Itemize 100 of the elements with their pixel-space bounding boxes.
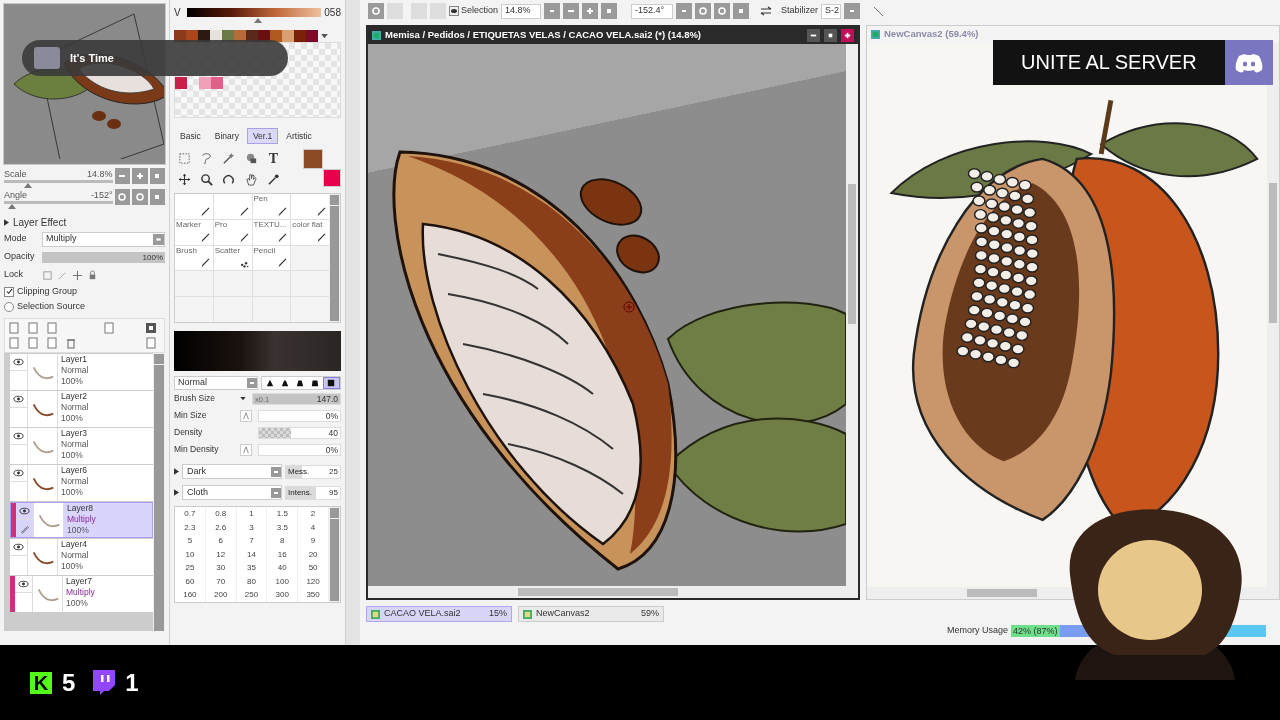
blend-mode-dropdown[interactable]: Normal bbox=[174, 375, 258, 390]
brush-slot[interactable]: Brush bbox=[175, 245, 213, 271]
blend-mode-dropdown[interactable]: Multiply bbox=[42, 231, 165, 247]
size-preset[interactable]: 0.7 bbox=[175, 507, 206, 521]
magic-wand-icon[interactable] bbox=[222, 151, 236, 165]
size-preset[interactable]: 60 bbox=[175, 574, 206, 588]
color-swatch[interactable] bbox=[270, 30, 282, 42]
brush-slot[interactable] bbox=[213, 194, 252, 219]
value-slider[interactable] bbox=[187, 7, 322, 23]
layer-row[interactable]: Layer8 Multiply 100% bbox=[10, 502, 153, 538]
size-preset[interactable]: 160 bbox=[175, 588, 206, 602]
zoom-out-button[interactable] bbox=[114, 168, 130, 184]
size-preset[interactable]: 16 bbox=[267, 547, 299, 561]
reset-zoom-button[interactable] bbox=[149, 168, 165, 184]
size-preset[interactable]: 100 bbox=[267, 574, 299, 588]
brush-shape-button[interactable] bbox=[322, 376, 340, 389]
rotate-left-button[interactable] bbox=[114, 189, 130, 205]
brush-slot[interactable]: Pen bbox=[252, 194, 291, 219]
pressure-button[interactable] bbox=[240, 443, 252, 456]
size-preset[interactable]: 250 bbox=[236, 588, 268, 602]
opacity-slider[interactable]: 100% bbox=[42, 251, 165, 263]
slider-thumb[interactable] bbox=[254, 17, 263, 23]
mask-icon[interactable] bbox=[145, 322, 157, 334]
color-swatch[interactable] bbox=[199, 77, 211, 89]
brush-slot[interactable]: color flat bbox=[291, 219, 329, 245]
move-icon[interactable] bbox=[178, 173, 192, 186]
close-button[interactable] bbox=[841, 29, 854, 42]
slider[interactable] bbox=[4, 201, 113, 210]
bucket-icon[interactable] bbox=[244, 151, 258, 165]
size-preset[interactable]: 80 bbox=[236, 574, 268, 588]
trash-icon[interactable] bbox=[65, 337, 77, 349]
undo-button[interactable] bbox=[368, 3, 384, 19]
size-preset[interactable]: 1.5 bbox=[267, 507, 299, 521]
document-tab[interactable]: NewCanvas2 59% bbox=[518, 606, 664, 622]
lock-move-icon[interactable] bbox=[72, 269, 83, 281]
brush-slot[interactable]: Pro bbox=[213, 219, 252, 245]
tool-tab[interactable]: Artistic bbox=[280, 128, 318, 144]
slider-thumb[interactable] bbox=[7, 204, 16, 209]
lasso-icon[interactable] bbox=[200, 151, 214, 165]
reset-zoom-button[interactable] bbox=[601, 3, 618, 19]
density-slider[interactable]: 40 bbox=[258, 426, 341, 439]
text-tool-button[interactable]: T bbox=[262, 148, 284, 168]
brush-slot[interactable] bbox=[175, 194, 213, 219]
layer-row[interactable]: Layer3 Normal 100% bbox=[10, 428, 153, 464]
dropdown-arrow-icon[interactable] bbox=[321, 33, 328, 39]
size-preset[interactable]: 6 bbox=[205, 534, 237, 548]
size-preset[interactable]: 120 bbox=[298, 574, 329, 588]
eyedropper-icon[interactable] bbox=[266, 173, 280, 186]
color-swatch[interactable] bbox=[294, 30, 306, 42]
size-preset[interactable]: 35 bbox=[236, 561, 268, 575]
dropdown-arrow-icon[interactable] bbox=[240, 396, 246, 401]
eye-icon[interactable] bbox=[13, 543, 24, 551]
zoom-out-button[interactable] bbox=[563, 3, 580, 19]
reset-rotation-button[interactable] bbox=[149, 189, 165, 205]
size-preset[interactable]: 200 bbox=[205, 588, 237, 602]
edit-layer-icon[interactable] bbox=[27, 322, 39, 334]
expand-arrow-icon[interactable] bbox=[174, 489, 179, 496]
secondary-color[interactable] bbox=[323, 169, 341, 187]
size-preset[interactable]: 5 bbox=[175, 534, 206, 548]
brush-slot[interactable]: TEXTU... bbox=[252, 219, 291, 245]
radio-button[interactable] bbox=[4, 301, 14, 312]
stabilizer-field[interactable]: S-2 bbox=[821, 3, 842, 19]
eye-icon[interactable] bbox=[19, 507, 30, 515]
brush-slot[interactable]: Scatter bbox=[213, 245, 252, 271]
size-preset[interactable]: 30 bbox=[205, 561, 237, 575]
eye-icon[interactable] bbox=[18, 580, 29, 588]
lock-transparency-icon[interactable] bbox=[42, 269, 53, 281]
maximize-button[interactable] bbox=[824, 29, 837, 42]
flip-icon[interactable] bbox=[760, 6, 773, 16]
copy-layer-icon[interactable] bbox=[46, 322, 58, 334]
checkbox[interactable] bbox=[4, 286, 14, 297]
eye-icon[interactable] bbox=[13, 358, 24, 366]
rotate-right-button[interactable] bbox=[714, 3, 731, 19]
color-swatch[interactable] bbox=[306, 30, 318, 42]
scrollbar[interactable] bbox=[846, 44, 858, 586]
scrollbar[interactable] bbox=[329, 194, 340, 322]
eye-icon[interactable] bbox=[13, 432, 24, 440]
color-swatch[interactable] bbox=[211, 77, 223, 89]
angle-field[interactable]: -152.4° bbox=[631, 3, 674, 19]
document-tab[interactable]: CACAO VELA.sai2 15% bbox=[366, 606, 512, 622]
size-preset[interactable]: 2.6 bbox=[205, 520, 237, 534]
size-preset[interactable]: 50 bbox=[298, 561, 329, 575]
search-icon[interactable] bbox=[200, 173, 214, 186]
tool-tab[interactable]: Binary bbox=[208, 128, 245, 144]
brush-slot[interactable] bbox=[291, 194, 329, 219]
color-swatch[interactable] bbox=[175, 77, 187, 89]
scrollbar[interactable] bbox=[329, 507, 340, 602]
texture-dropdown[interactable]: Cloth bbox=[182, 485, 282, 500]
zoom-in-button[interactable] bbox=[132, 168, 148, 184]
texture-slider[interactable]: Intens. 95 bbox=[285, 485, 341, 500]
size-preset[interactable]: 10 bbox=[175, 547, 206, 561]
layer-row[interactable]: Layer4 Normal 100% bbox=[10, 539, 153, 575]
size-preset[interactable]: 4 bbox=[298, 520, 329, 534]
layer-row[interactable]: Layer7 Multiply 100% bbox=[10, 576, 153, 612]
reset-rotation-button[interactable] bbox=[733, 3, 750, 19]
size-preset[interactable]: 25 bbox=[175, 561, 206, 575]
size-preset[interactable]: 2.3 bbox=[175, 520, 206, 534]
size-preset[interactable]: 300 bbox=[267, 588, 299, 602]
stabilizer-dropdown-button[interactable] bbox=[844, 3, 861, 19]
eye-icon[interactable] bbox=[13, 469, 24, 477]
